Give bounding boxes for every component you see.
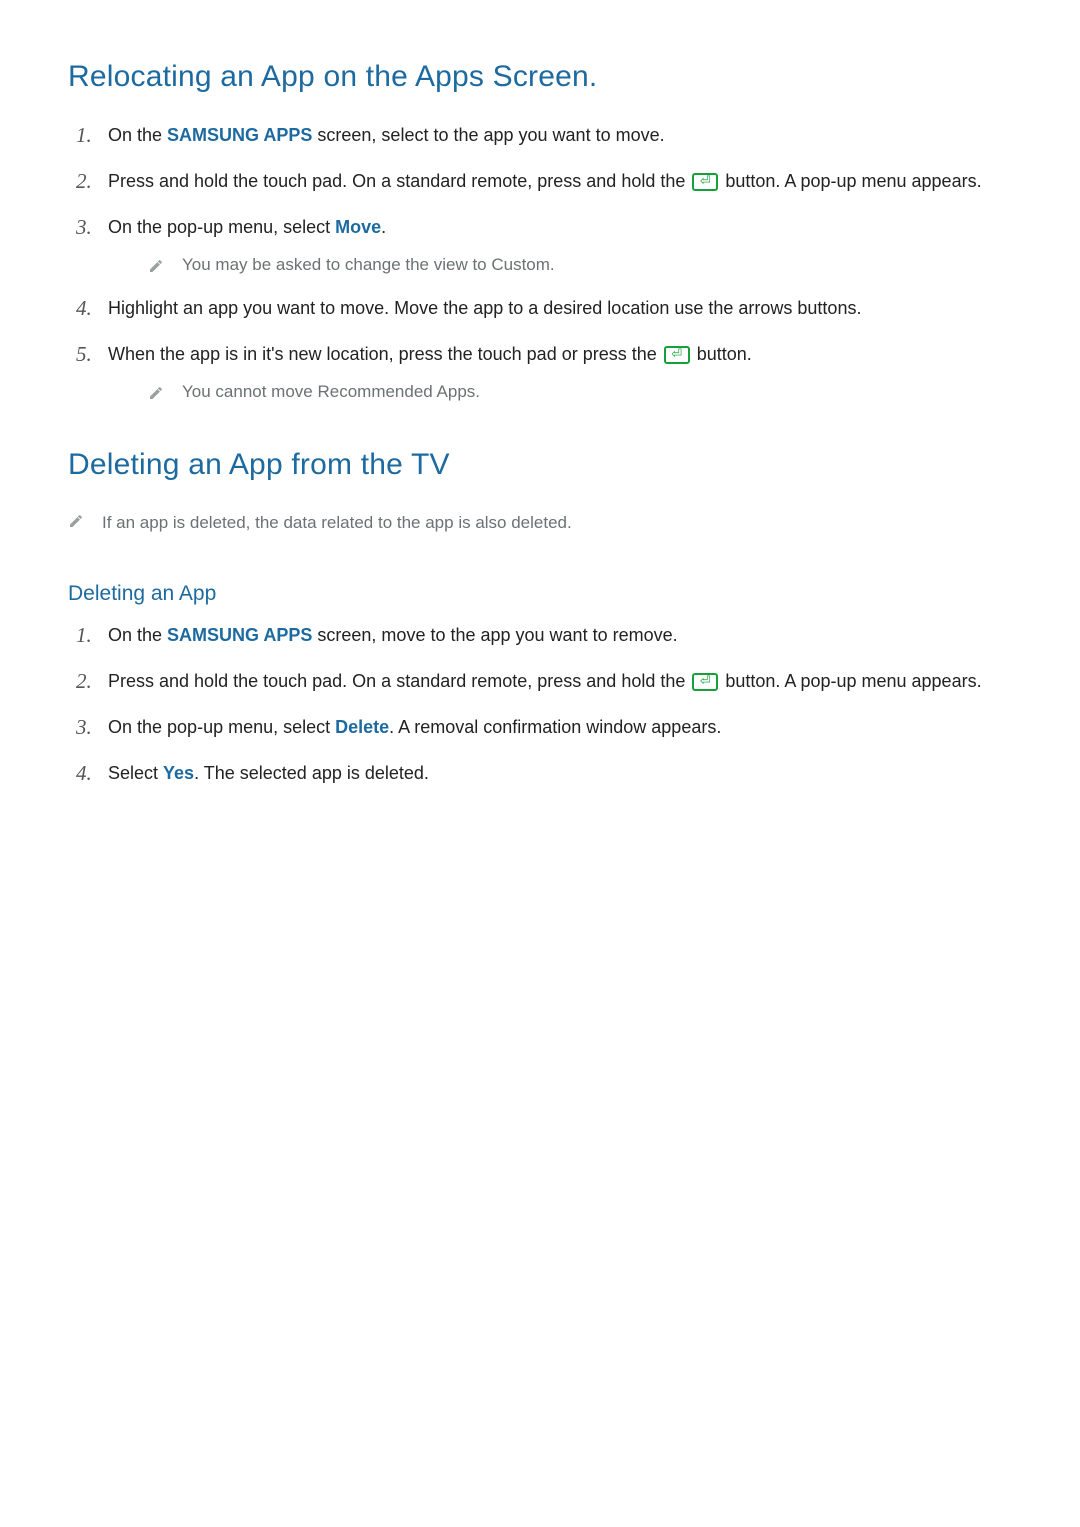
pencil-icon (148, 382, 164, 398)
step-text: On the pop-up menu, select Delete. A rem… (108, 717, 721, 737)
step-text: When the app is in it's new location, pr… (108, 344, 752, 364)
step-number: 3. (76, 211, 92, 244)
steps-list: 1. On the SAMSUNG APPS screen, select to … (68, 122, 1012, 404)
note-row: If an app is deleted, the data related t… (68, 510, 1012, 536)
step-item: 1. On the SAMSUNG APPS screen, select to … (68, 122, 1012, 150)
step-text: Press and hold the touch pad. On a stand… (108, 671, 982, 691)
enter-button-icon (664, 346, 690, 364)
step-item: 3. On the pop-up menu, select Move. You ma… (68, 214, 1012, 277)
step-text: Press and hold the touch pad. On a stand… (108, 171, 982, 191)
step-number: 1. (76, 119, 92, 152)
highlight-term: SAMSUNG APPS (167, 625, 312, 645)
note-row: You cannot move Recommended Apps. (108, 379, 1012, 405)
highlight-term: Move (335, 217, 381, 237)
note-row: You may be asked to change the view to C… (108, 252, 1012, 278)
step-number: 4. (76, 292, 92, 325)
step-text: On the SAMSUNG APPS screen, move to the … (108, 625, 678, 645)
pencil-icon (68, 513, 84, 529)
section-title: Relocating an App on the Apps Screen. (68, 60, 1012, 94)
section-title: Deleting an App from the TV (68, 448, 1012, 482)
step-item: 1. On the SAMSUNG APPS screen, move to th… (68, 622, 1012, 650)
step-text: Select Yes. The selected app is deleted. (108, 763, 429, 783)
step-text: On the pop-up menu, select Move. (108, 217, 386, 237)
highlight-term: SAMSUNG APPS (167, 125, 312, 145)
step-text: Highlight an app you want to move. Move … (108, 298, 861, 318)
step-item: 4. Highlight an app you want to move. Mov… (68, 295, 1012, 323)
note-text: You may be asked to change the view to C… (182, 252, 555, 278)
step-item: 5. When the app is in it's new location, … (68, 341, 1012, 404)
step-number: 2. (76, 665, 92, 698)
highlight-term: Delete (335, 717, 389, 737)
highlight-term: Yes (163, 763, 194, 783)
step-item: 2. Press and hold the touch pad. On a sta… (68, 668, 1012, 696)
step-number: 4. (76, 757, 92, 790)
step-number: 2. (76, 165, 92, 198)
enter-button-icon (692, 173, 718, 191)
note-text: If an app is deleted, the data related t… (102, 510, 572, 536)
section-relocating: Relocating an App on the Apps Screen. 1.… (68, 60, 1012, 404)
note-text: You cannot move Recommended Apps. (182, 379, 480, 405)
sub-section-title: Deleting an App (68, 582, 1012, 606)
step-item: 4. Select Yes. The selected app is delete… (68, 760, 1012, 788)
step-item: 2. Press and hold the touch pad. On a sta… (68, 168, 1012, 196)
step-text: On the SAMSUNG APPS screen, select to th… (108, 125, 665, 145)
step-number: 5. (76, 338, 92, 371)
step-number: 3. (76, 711, 92, 744)
page: Relocating an App on the Apps Screen. 1.… (0, 0, 1080, 892)
pencil-icon (148, 255, 164, 271)
step-item: 3. On the pop-up menu, select Delete. A r… (68, 714, 1012, 742)
step-number: 1. (76, 619, 92, 652)
enter-button-icon (692, 673, 718, 691)
steps-list: 1. On the SAMSUNG APPS screen, move to th… (68, 622, 1012, 788)
section-deleting: Deleting an App from the TV If an app is… (68, 448, 1012, 787)
